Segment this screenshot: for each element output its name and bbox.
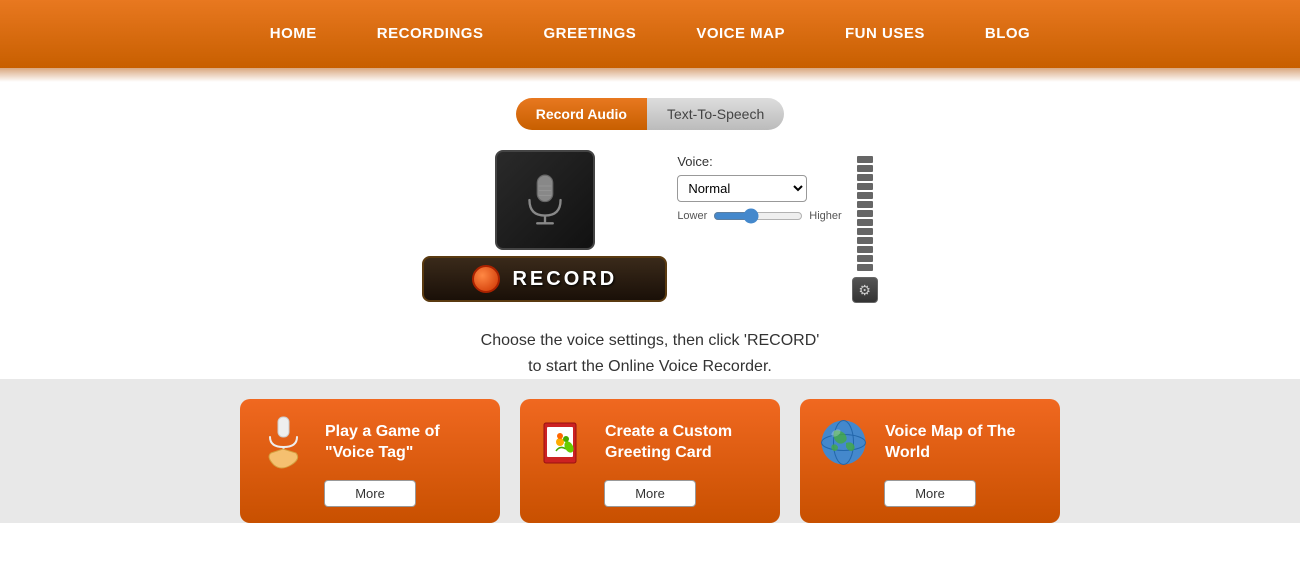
pitch-slider[interactable]	[713, 208, 803, 224]
record-button[interactable]: RECORD	[422, 256, 667, 302]
greeting-card-icon	[536, 415, 591, 470]
card-voice-map-top: Voice Map of The World	[816, 415, 1044, 470]
tab-text-to-speech[interactable]: Text-To-Speech	[647, 98, 784, 130]
mic-box	[495, 150, 595, 250]
meter-bar-11	[857, 246, 873, 253]
meter-bar-1	[857, 156, 873, 163]
nav-item-home[interactable]: HOME	[240, 0, 347, 68]
meter-bar-12	[857, 255, 873, 262]
meter-bar-2	[857, 165, 873, 172]
card-greeting-title: Create a Custom Greeting Card	[605, 422, 764, 464]
nav-items: HOME RECORDINGS GREETINGS VOICE MAP FUN …	[60, 0, 1240, 68]
greeting-svg	[536, 415, 591, 470]
record-dot-icon	[472, 265, 500, 293]
pitch-lower-label: Lower	[677, 210, 707, 222]
card-voice-tag-title: Play a Game of "Voice Tag"	[325, 422, 484, 464]
voice-tag-icon	[256, 415, 311, 470]
nav-bar: HOME RECORDINGS GREETINGS VOICE MAP FUN …	[0, 0, 1300, 68]
card-greeting: Create a Custom Greeting Card More	[520, 399, 780, 523]
pitch-higher-label: Higher	[809, 210, 841, 222]
meter-bar-7	[857, 210, 873, 217]
card-greeting-top: Create a Custom Greeting Card	[536, 415, 764, 470]
pitch-row: Lower Higher	[677, 208, 841, 224]
meter-bar-9	[857, 228, 873, 235]
record-label: RECORD	[512, 268, 617, 291]
instruction-line1: Choose the voice settings, then click 'R…	[481, 328, 820, 354]
tab-record-audio[interactable]: Record Audio	[516, 98, 647, 130]
voice-controls: Voice: Normal Deep High Lower Higher	[677, 150, 841, 224]
voice-label: Voice:	[677, 154, 841, 169]
meter-bar-4	[857, 183, 873, 190]
voice-map-icon	[816, 415, 871, 470]
card-greeting-more[interactable]: More	[604, 480, 696, 507]
card-voice-map-more[interactable]: More	[884, 480, 976, 507]
card-voice-map-title: Voice Map of The World	[885, 422, 1044, 464]
voice-tag-svg	[256, 415, 311, 470]
nav-item-recordings[interactable]: RECORDINGS	[347, 0, 514, 68]
meter-bar-8	[857, 219, 873, 226]
nav-item-voice-map[interactable]: VOICE MAP	[666, 0, 815, 68]
voice-select[interactable]: Normal Deep High	[677, 175, 807, 202]
meter-bar-6	[857, 201, 873, 208]
card-voice-tag-more[interactable]: More	[324, 480, 416, 507]
instruction-line2: to start the Online Voice Recorder.	[481, 354, 820, 380]
main-content: Record Audio Text-To-Speech	[0, 68, 1300, 379]
meter-bar-10	[857, 237, 873, 244]
meter-bar-3	[857, 174, 873, 181]
recorder-area: RECORD Voice: Normal Deep High Lower Hig…	[422, 150, 877, 303]
bottom-section: Play a Game of "Voice Tag" More	[0, 379, 1300, 523]
recorder-left: RECORD	[422, 150, 667, 302]
nav-item-greetings[interactable]: GREETINGS	[513, 0, 666, 68]
microphone-icon	[517, 172, 573, 228]
instruction-text: Choose the voice settings, then click 'R…	[481, 328, 820, 379]
card-voice-map: Voice Map of The World More	[800, 399, 1060, 523]
settings-button[interactable]: ⚙	[852, 277, 878, 303]
nav-item-fun-uses[interactable]: FUN USES	[815, 0, 955, 68]
card-voice-tag-top: Play a Game of "Voice Tag"	[256, 415, 484, 470]
meter-bar-5	[857, 192, 873, 199]
globe-svg	[816, 415, 871, 470]
level-meter: ⚙	[852, 150, 878, 303]
settings-icon: ⚙	[858, 282, 871, 299]
tab-container: Record Audio Text-To-Speech	[516, 98, 785, 130]
meter-bar-13	[857, 264, 873, 271]
nav-item-blog[interactable]: BLOG	[955, 0, 1060, 68]
card-voice-tag: Play a Game of "Voice Tag" More	[240, 399, 500, 523]
